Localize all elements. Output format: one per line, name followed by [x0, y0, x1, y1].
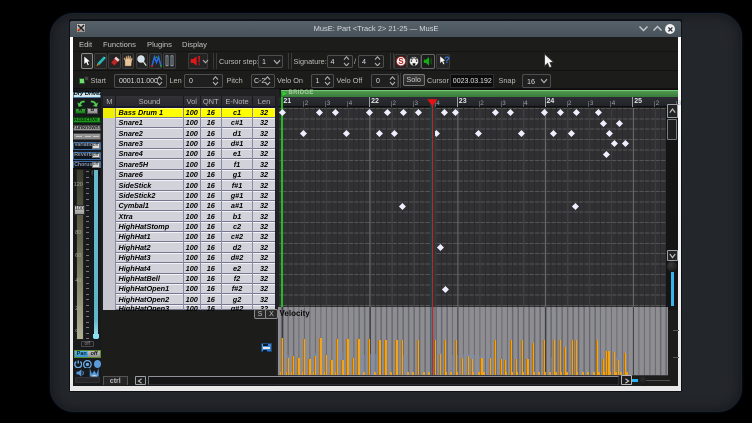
svg-text:S: S: [398, 57, 403, 66]
svg-text:?: ?: [444, 55, 450, 65]
